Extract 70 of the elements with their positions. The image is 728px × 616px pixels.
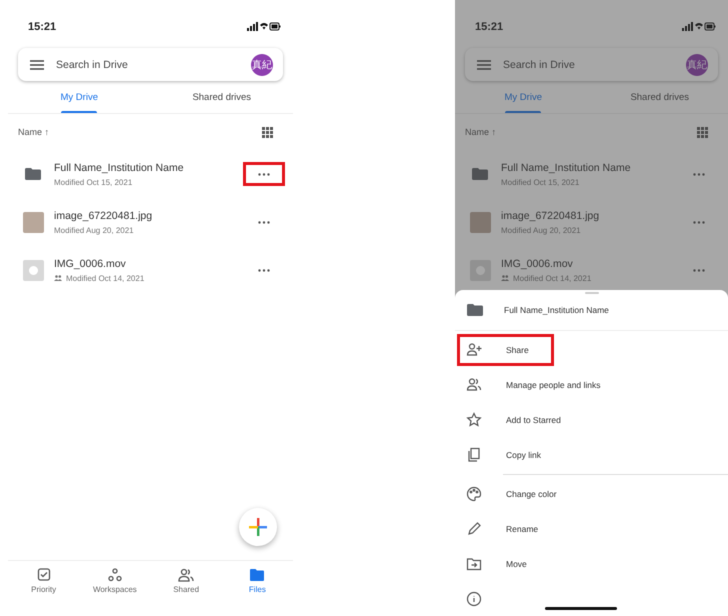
more-icon[interactable] — [693, 268, 705, 272]
photo-placeholder — [22, 212, 44, 232]
share-icon[interactable] — [466, 342, 482, 358]
more-icon[interactable] — [693, 220, 705, 224]
nav-item[interactable]: Priority — [8, 561, 80, 601]
menu-icon[interactable] — [30, 60, 44, 70]
workspaces-icon[interactable] — [106, 568, 123, 582]
modified-date: Modified Oct 15, 2021 — [54, 178, 132, 186]
status-time: 15:21 — [28, 21, 56, 33]
sort-label[interactable]: Name ↑ — [18, 127, 50, 137]
tab[interactable]: Shared drives — [592, 81, 728, 113]
tab[interactable]: My Drive — [8, 81, 150, 113]
folder-icon — [25, 168, 41, 180]
status-icons — [247, 22, 281, 32]
menu-item[interactable]: Rename — [455, 513, 715, 545]
more-icon[interactable] — [258, 268, 270, 272]
move-icon[interactable] — [466, 556, 482, 572]
file-name[interactable]: image_67220481.jpg — [501, 210, 678, 222]
grid-view-icon[interactable] — [262, 126, 273, 138]
file-name[interactable]: IMG_0006.mov — [54, 258, 243, 270]
priority-icon[interactable] — [36, 568, 52, 582]
more-icon[interactable] — [258, 220, 270, 224]
star-icon[interactable] — [466, 412, 482, 428]
photo-placeholder — [470, 212, 490, 232]
tab[interactable]: Shared drives — [150, 81, 293, 113]
home-indicator — [545, 607, 617, 610]
status-time: 15:21 — [475, 21, 504, 33]
file-name[interactable]: Full Name_Institution Name — [501, 162, 678, 174]
folder-icon — [467, 304, 483, 316]
more-icon[interactable] — [258, 172, 270, 176]
avatar[interactable]: 真紀 — [686, 54, 708, 76]
menu-item[interactable]: Change color — [455, 478, 715, 510]
modified-date: Modified Oct 14, 2021 — [66, 274, 144, 282]
files-icon[interactable] — [249, 568, 266, 582]
nav-item[interactable]: Workspaces — [79, 561, 150, 601]
sheet-title: Full Name_Institution Name — [504, 305, 609, 315]
menu-item[interactable]: Share — [457, 334, 554, 366]
sheet-handle[interactable] — [584, 292, 598, 294]
color-icon[interactable] — [466, 486, 482, 502]
modified-date: Modified Oct 15, 2021 — [501, 178, 580, 186]
search-field[interactable]: Search in Drive 真紀 — [18, 48, 283, 81]
details-icon[interactable] — [466, 591, 482, 607]
more-button[interactable] — [243, 162, 285, 186]
file-name[interactable]: IMG_0006.mov — [501, 258, 678, 270]
menu-item[interactable]: Move — [455, 548, 715, 580]
folder-icon — [472, 168, 488, 180]
modified-date: Modified Oct 14, 2021 — [513, 274, 592, 282]
modified-date: Modified Aug 20, 2021 — [54, 226, 134, 234]
shared-icon[interactable] — [178, 568, 194, 582]
nav-item[interactable]: Shared — [150, 561, 222, 601]
more-icon[interactable] — [693, 172, 705, 176]
menu-item[interactable]: Copy link — [455, 439, 715, 471]
copy-icon[interactable] — [466, 447, 482, 463]
sort-label[interactable]: Name ↑ — [465, 127, 496, 137]
status-icons — [682, 22, 716, 32]
search-field[interactable]: Search in Drive 真紀 — [465, 48, 718, 81]
plus-icon[interactable] — [249, 518, 267, 536]
manage-icon[interactable] — [466, 377, 482, 393]
grid-view-icon[interactable] — [697, 126, 708, 138]
nav-item[interactable]: Files — [222, 561, 293, 601]
add-button[interactable] — [239, 508, 277, 546]
file-name[interactable]: image_67220481.jpg — [54, 210, 243, 222]
menu-item[interactable]: Add to Starred — [455, 404, 715, 436]
rename-icon[interactable] — [466, 521, 482, 537]
menu-item[interactable]: Manage people and links — [455, 369, 715, 401]
menu-icon[interactable] — [477, 60, 491, 70]
file-name[interactable]: Full Name_Institution Name — [54, 162, 243, 174]
video-thumbnail — [22, 260, 44, 280]
modified-date: Modified Aug 20, 2021 — [501, 226, 581, 234]
avatar[interactable]: 真紀 — [251, 54, 273, 76]
